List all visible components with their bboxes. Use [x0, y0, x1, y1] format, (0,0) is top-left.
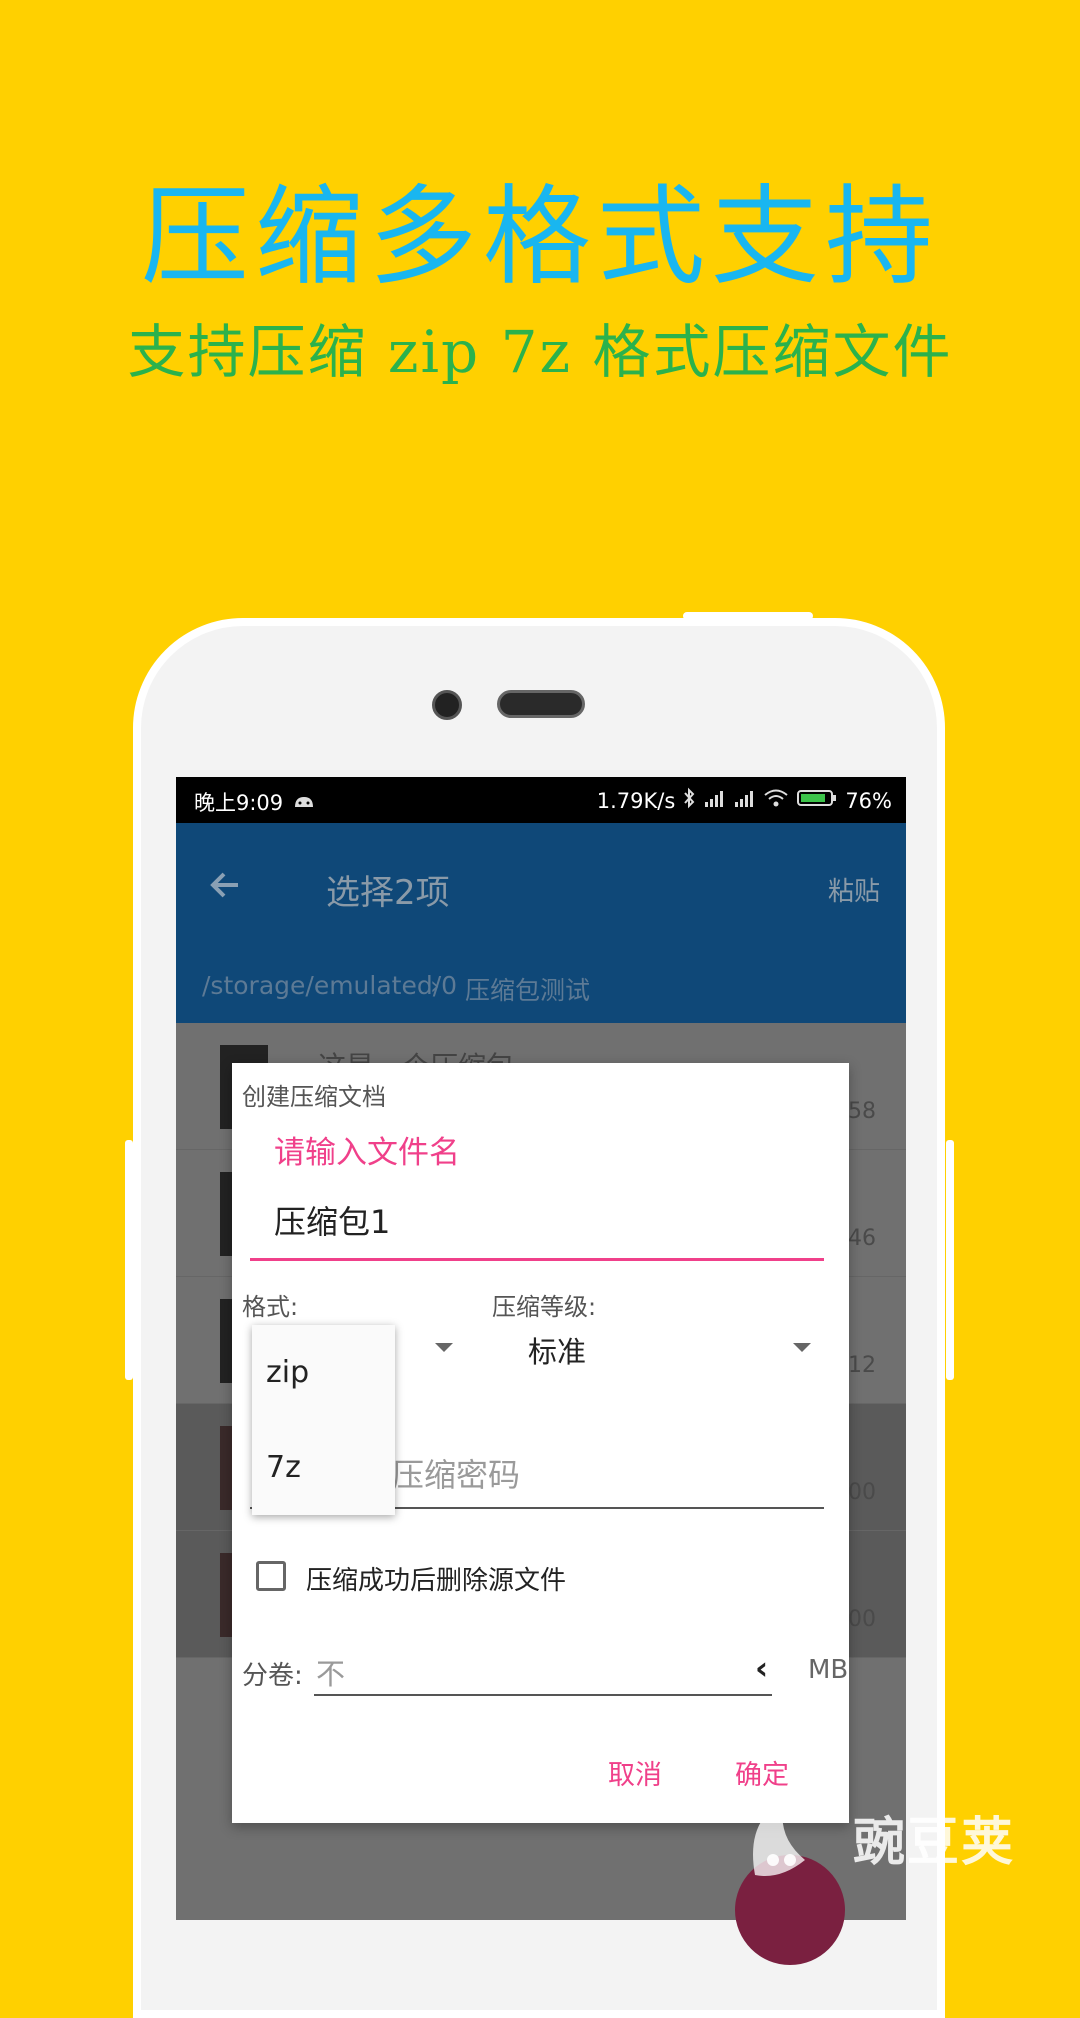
- password-input[interactable]: 压缩密码: [392, 1450, 520, 1496]
- network-speed: 1.79K/s: [596, 788, 676, 813]
- promo-title: 压缩多格式支持: [140, 175, 939, 300]
- breadcrumb-root[interactable]: /storage/emulated/0: [202, 971, 457, 1000]
- promo-subtitle: 支持压缩 zip 7z 格式压缩文件: [127, 318, 953, 386]
- volume-input[interactable]: 不: [316, 1651, 345, 1693]
- wifi-icon: [763, 788, 789, 813]
- status-time: 晚上9:09: [194, 791, 284, 815]
- level-label: 压缩等级:: [492, 1293, 597, 1321]
- chevron-left-icon[interactable]: ‹: [755, 1649, 768, 1687]
- volume-label: 分卷:: [242, 1661, 303, 1691]
- file-meta: 46: [848, 1226, 876, 1251]
- watermark-text: 豌豆荚: [853, 1812, 1016, 1873]
- signal-icon-2: [733, 789, 755, 813]
- filename-input[interactable]: 压缩包1: [274, 1197, 390, 1243]
- paste-button[interactable]: 粘贴: [828, 871, 880, 908]
- delete-source-checkbox[interactable]: [256, 1561, 286, 1591]
- delete-source-label: 压缩成功后删除源文件: [306, 1566, 567, 1596]
- android-icon: [293, 790, 315, 814]
- selection-title: 选择2项: [326, 873, 450, 913]
- front-camera: [432, 690, 462, 720]
- status-bar: 晚上9:09 1.79K/s 76%: [176, 777, 906, 823]
- pea-logo-icon: [735, 1780, 845, 1894]
- filename-underline: [250, 1258, 824, 1261]
- breadcrumb-separator: ›: [430, 971, 440, 1000]
- volume-underline: [314, 1694, 772, 1696]
- signal-icon: [703, 789, 725, 813]
- earpiece-speaker: [497, 690, 585, 718]
- volume-unit: MB: [808, 1655, 849, 1685]
- breadcrumb-current[interactable]: 压缩包测试: [465, 971, 590, 1007]
- battery-percent: 76%: [845, 788, 892, 813]
- file-meta: 00: [848, 1480, 876, 1505]
- format-dropdown-arrow-icon[interactable]: [435, 1343, 453, 1352]
- dialog-title: 创建压缩文档: [242, 1083, 386, 1111]
- file-meta: 12: [848, 1353, 876, 1378]
- format-option-7z[interactable]: 7z: [266, 1450, 301, 1485]
- back-arrow-icon[interactable]: [204, 863, 248, 907]
- filename-label: 请输入文件名: [274, 1135, 460, 1171]
- level-dropdown-arrow-icon[interactable]: [793, 1343, 811, 1352]
- battery-icon: [797, 788, 837, 813]
- file-meta: 00: [848, 1607, 876, 1632]
- file-meta: 58: [848, 1099, 876, 1124]
- bluetooth-icon: [683, 787, 695, 814]
- format-option-zip[interactable]: zip: [266, 1355, 309, 1390]
- watermark: 豌豆荚: [735, 1780, 1015, 1894]
- level-select[interactable]: 标准: [528, 1329, 586, 1371]
- phone-left-button: [125, 1140, 133, 1380]
- format-label: 格式:: [242, 1293, 299, 1321]
- cancel-button[interactable]: 取消: [608, 1753, 662, 1792]
- phone-right-button: [946, 1140, 954, 1380]
- format-dropdown-menu: zip 7z: [252, 1325, 395, 1515]
- app-bar: 选择2项 粘贴 /storage/emulated/0 › 压缩包测试: [176, 823, 906, 1023]
